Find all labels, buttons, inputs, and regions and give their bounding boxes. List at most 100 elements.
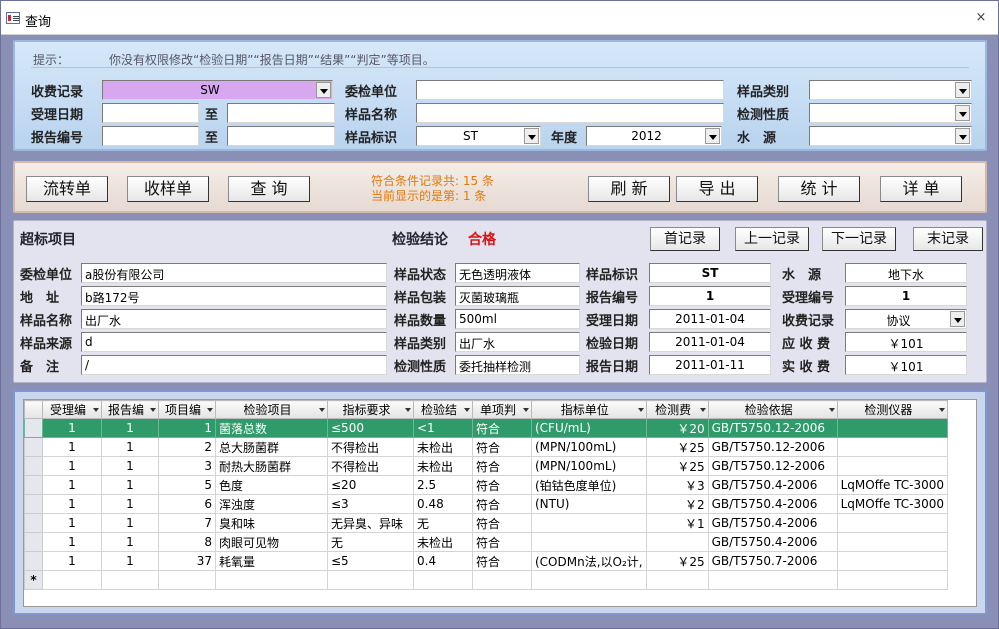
rec-qty-field[interactable]: 500ml [455, 309, 580, 329]
rec-remark-field[interactable]: / [81, 355, 387, 375]
table-cell[interactable]: 1 [101, 418, 159, 438]
table-cell[interactable]: 符合 [472, 532, 532, 552]
table-cell[interactable]: 1 [101, 494, 159, 514]
table-cell[interactable]: (MPN/100mL) [531, 437, 647, 457]
table-cell[interactable]: 符合 [472, 494, 532, 514]
table-row[interactable]: 1 1 37 耗氧量 ≤5 0.4 符合 (CODMn法,以O₂计, ￥25 GB/T5750.7… [24, 551, 949, 571]
table-cell[interactable]: 无异臭、异味 [327, 513, 414, 533]
table-cell[interactable] [42, 570, 102, 590]
rec-water-field[interactable]: 地下水 [845, 263, 967, 283]
table-cell[interactable]: ￥25 [645, 437, 709, 457]
table-row[interactable]: 1 1 2 总大肠菌群 不得检出 未检出 符合 (MPN/100mL) ￥25 GB/T5750.… [24, 437, 949, 457]
table-row[interactable]: 1 1 1 菌落总数 ≤500 <1 符合 (CFU/mL) ￥20 GB/T5750.12-20… [24, 418, 949, 438]
col-header[interactable]: 检测费 [645, 400, 709, 419]
client-input[interactable] [416, 80, 724, 100]
table-cell[interactable]: GB/T5750.4-2006 [707, 532, 838, 552]
rec-accept-date-field[interactable]: 2011-01-04 [649, 309, 771, 329]
table-cell[interactable]: 1 [42, 437, 102, 457]
table-row[interactable]: 1 1 5 色度 ≤20 2.5 符合 (铂钴色度单位) ￥3 GB/T5750.4-2006 Lq… [24, 475, 949, 495]
table-cell[interactable]: 无 [327, 532, 414, 552]
query-button[interactable]: 查 询 [228, 176, 310, 202]
rec-report-no-field[interactable]: 1 [649, 286, 771, 306]
table-cell[interactable]: 1 [42, 456, 102, 476]
flow-sheet-button[interactable]: 流转单 [26, 176, 108, 202]
report-no-to[interactable] [227, 126, 335, 146]
table-cell[interactable]: GB/T5750.7-2006 [707, 551, 838, 571]
rec-mark-field[interactable]: ST [649, 263, 771, 283]
table-cell[interactable]: 1 [42, 532, 102, 552]
table-cell[interactable]: ￥3 [645, 475, 709, 495]
table-cell[interactable] [215, 570, 328, 590]
table-cell[interactable]: GB/T5750.4-2006 [707, 475, 838, 495]
table-cell[interactable]: 3 [158, 456, 216, 476]
table-cell[interactable]: 符合 [472, 437, 532, 457]
table-cell[interactable]: ￥25 [645, 551, 709, 571]
table-cell[interactable]: ≤500 [327, 418, 414, 438]
table-cell[interactable] [472, 570, 532, 590]
table-cell[interactable] [707, 570, 838, 590]
new-record-row[interactable]: * [24, 570, 949, 590]
chevron-down-icon[interactable] [955, 82, 970, 98]
table-cell[interactable] [645, 570, 709, 590]
table-cell[interactable]: 1 [42, 475, 102, 495]
table-cell[interactable]: ￥25 [645, 456, 709, 476]
table-cell[interactable]: (铂钴色度单位) [531, 475, 647, 495]
col-header[interactable]: 项目编 [158, 400, 216, 419]
rec-nature-field[interactable]: 委托抽样检测 [455, 355, 580, 375]
col-header[interactable]: 检验项目 [215, 400, 328, 419]
table-cell[interactable]: 1 [42, 513, 102, 533]
table-cell[interactable]: 0.48 [413, 494, 473, 514]
report-no-from[interactable] [102, 126, 199, 146]
table-cell[interactable]: 符合 [472, 475, 532, 495]
water-source-combo[interactable] [809, 126, 972, 146]
table-cell[interactable]: ≤3 [327, 494, 414, 514]
table-cell[interactable]: 菌落总数 [215, 418, 328, 438]
next-record-button[interactable]: 下一记录 [822, 227, 896, 251]
select-all-corner[interactable] [24, 400, 43, 419]
table-cell[interactable]: 37 [158, 551, 216, 571]
col-header[interactable]: 受理编 [42, 400, 102, 419]
chevron-down-icon[interactable] [524, 128, 539, 144]
rec-source-field[interactable]: d [81, 332, 387, 352]
table-cell[interactable]: LqMOffe TC-3000 [836, 494, 949, 514]
sample-mark-combo[interactable]: ST [416, 126, 541, 146]
detail-button[interactable]: 详 单 [880, 176, 962, 202]
col-header[interactable]: 指标单位 [531, 400, 647, 419]
table-cell[interactable]: 肉眼可见物 [215, 532, 328, 552]
table-cell[interactable]: GB/T5750.4-2006 [707, 513, 838, 533]
col-header[interactable]: 检验结 [413, 400, 473, 419]
table-cell[interactable]: GB/T5750.12-2006 [707, 437, 838, 457]
row-selector[interactable] [24, 437, 43, 457]
table-cell[interactable] [836, 551, 949, 571]
row-selector[interactable] [24, 456, 43, 476]
year-combo[interactable]: 2012 [586, 126, 722, 146]
table-cell[interactable]: GB/T5750.4-2006 [707, 494, 838, 514]
table-cell[interactable] [836, 570, 949, 590]
table-cell[interactable] [836, 456, 949, 476]
table-cell[interactable]: <1 [413, 418, 473, 438]
sample-name-input[interactable] [416, 103, 724, 123]
rec-accept-no-field[interactable]: 1 [845, 286, 967, 306]
table-cell[interactable]: 未检出 [413, 437, 473, 457]
rec-package-field[interactable]: 灭菌玻璃瓶 [455, 286, 580, 306]
chevron-down-icon[interactable] [950, 311, 965, 327]
rec-client-field[interactable]: a股份有限公司 [81, 263, 387, 283]
table-cell[interactable] [836, 532, 949, 552]
rec-test-date-field[interactable]: 2011-01-04 [649, 332, 771, 352]
table-cell[interactable]: 5 [158, 475, 216, 495]
sample-type-combo[interactable] [809, 80, 972, 100]
table-cell[interactable] [836, 513, 949, 533]
row-selector[interactable] [24, 532, 43, 552]
col-header[interactable]: 指标要求 [327, 400, 414, 419]
table-cell[interactable]: 6 [158, 494, 216, 514]
table-cell[interactable]: 耗氧量 [215, 551, 328, 571]
export-button[interactable]: 导 出 [676, 176, 758, 202]
table-row[interactable]: 1 1 8 肉眼可见物无未检出 符合 GB/T5750.4-2006 [24, 532, 949, 552]
table-cell[interactable]: 未检出 [413, 456, 473, 476]
table-cell[interactable]: ≤20 [327, 475, 414, 495]
table-cell[interactable]: ≤5 [327, 551, 414, 571]
table-cell[interactable]: 臭和味 [215, 513, 328, 533]
rec-fee-record-combo[interactable]: 协议 [845, 309, 967, 329]
table-cell[interactable]: 1 [158, 418, 216, 438]
chevron-down-icon[interactable] [955, 128, 970, 144]
